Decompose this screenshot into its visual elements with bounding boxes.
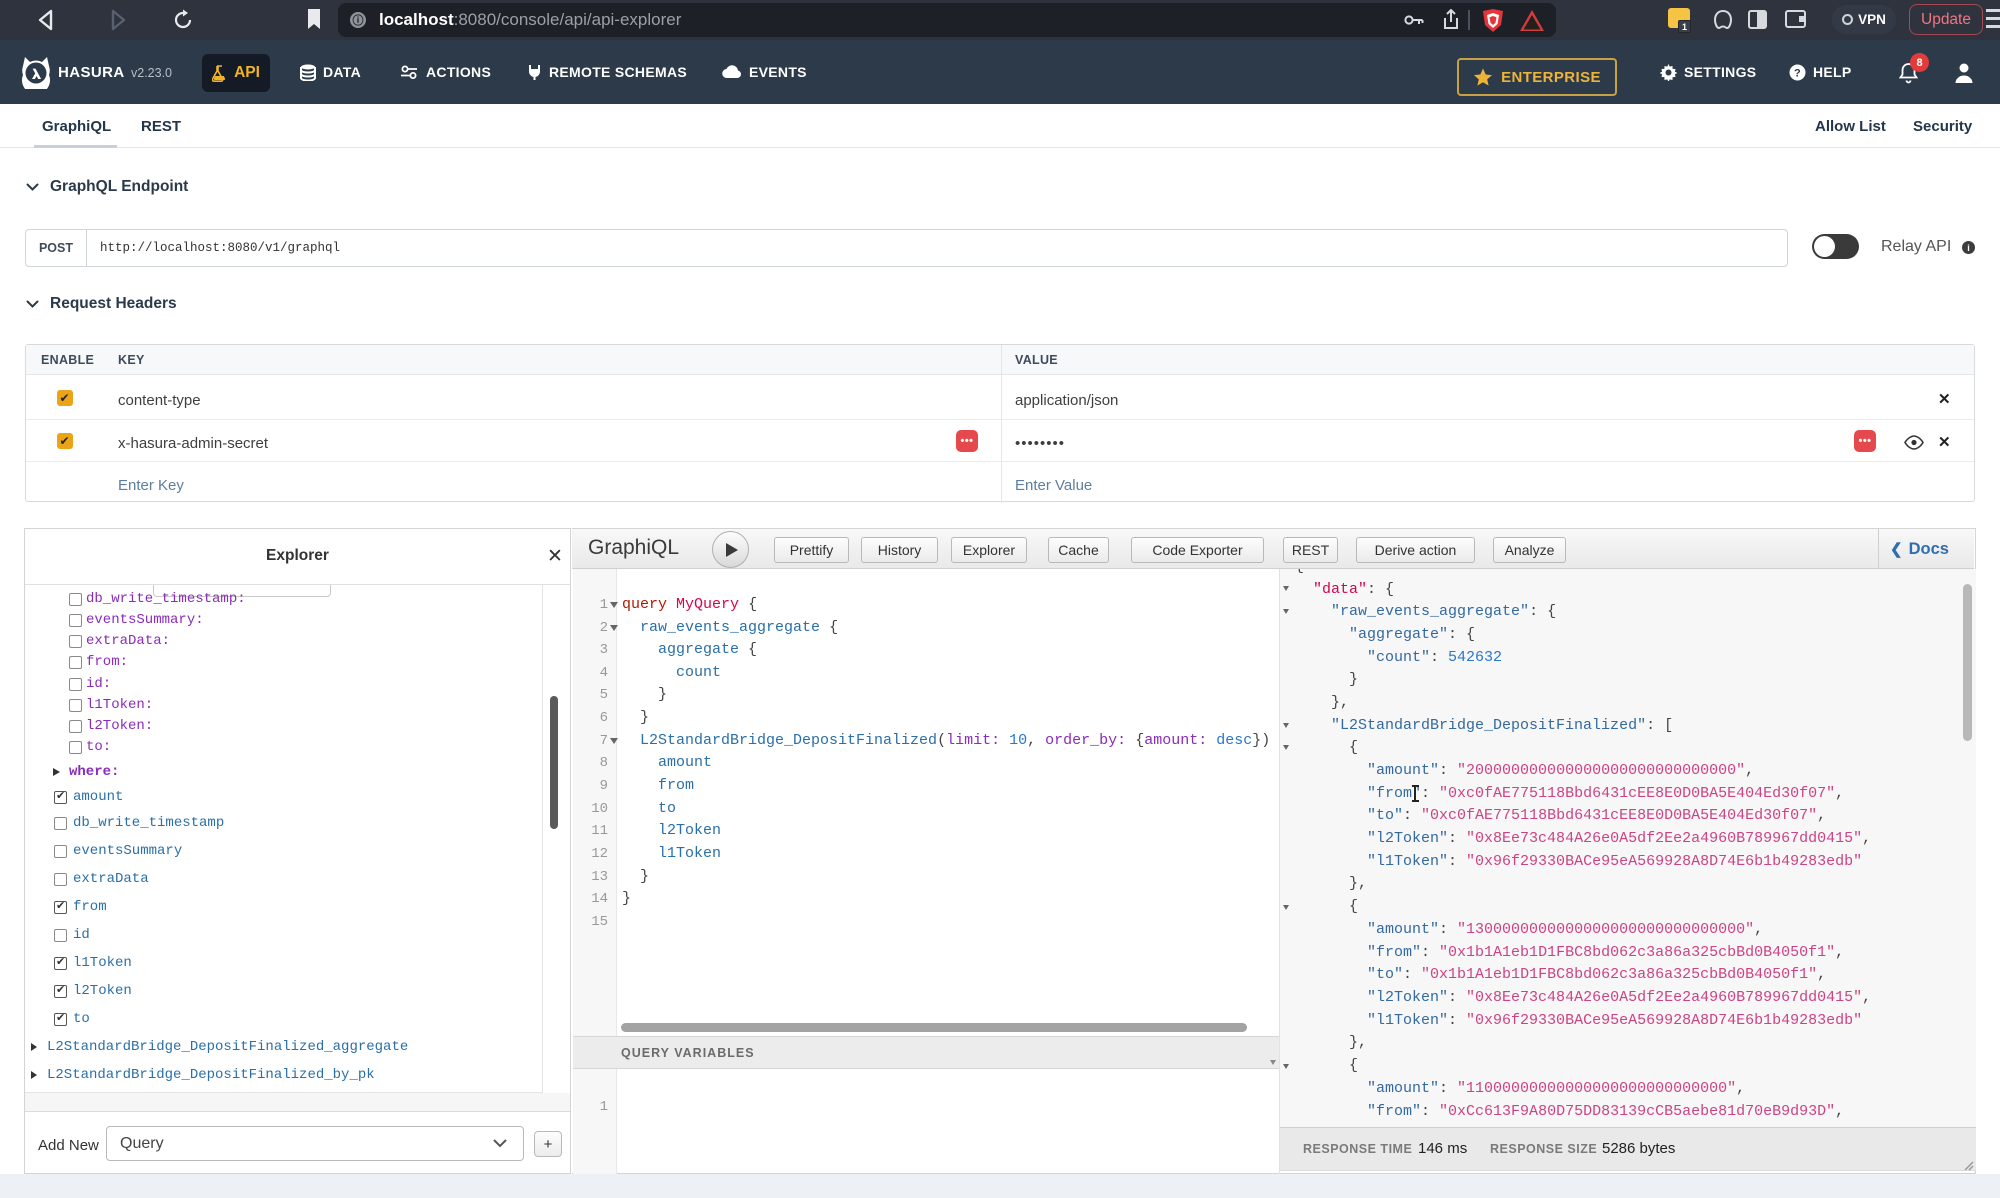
svg-text:?: ? [1794, 67, 1801, 79]
